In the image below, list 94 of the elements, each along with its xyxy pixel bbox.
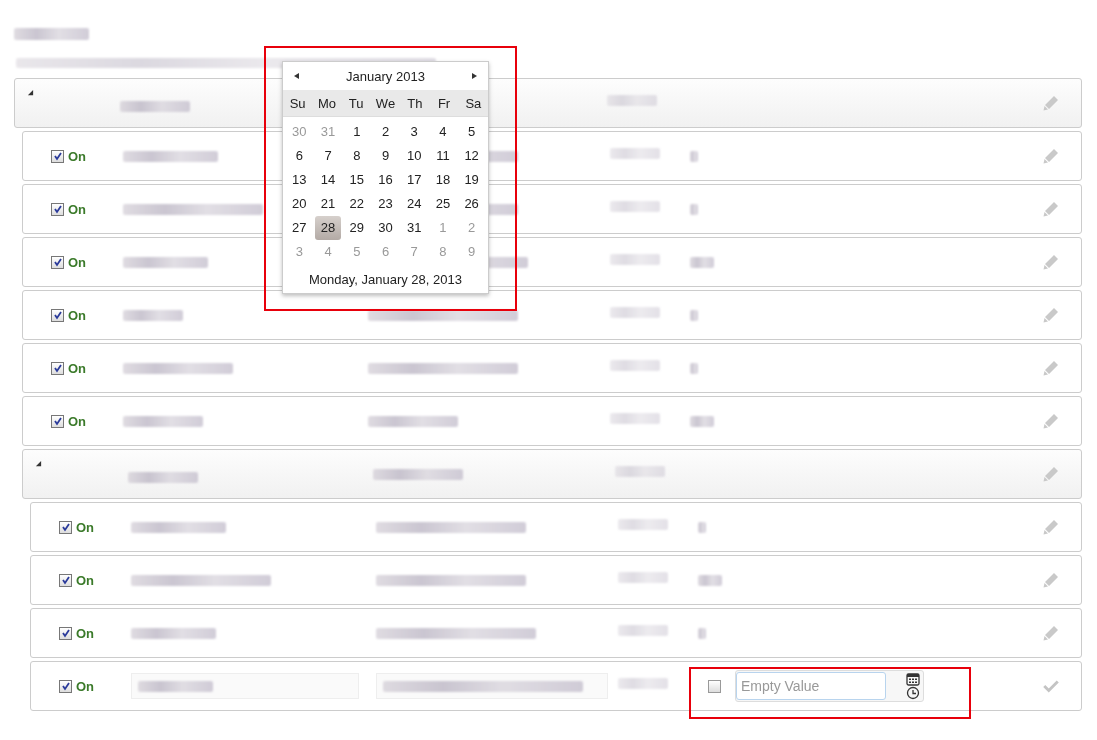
on-label: On [76, 572, 95, 588]
calendar-day[interactable]: 7 [314, 144, 342, 168]
calendar-day[interactable]: 13 [286, 168, 313, 192]
weekday-label: Fr [436, 95, 452, 111]
on-label: On [68, 201, 87, 217]
checkbox[interactable] [51, 202, 64, 216]
on-label: On [68, 307, 87, 323]
blurred-text [610, 201, 660, 212]
expand-triangle-icon[interactable] [35, 460, 42, 467]
selected-date-label[interactable]: Monday, January 28, 2013 [283, 264, 488, 293]
calendar-day[interactable]: 5 [458, 120, 485, 144]
checkbox[interactable] [708, 679, 721, 693]
on-label: On [68, 360, 87, 376]
blurred-text [690, 203, 698, 215]
blurred-text [618, 572, 668, 583]
blurred-text [618, 625, 668, 636]
blurred-text [607, 95, 657, 106]
name-input-field[interactable] [131, 673, 359, 699]
calendar-day[interactable]: 18 [429, 168, 457, 192]
checkbox[interactable] [59, 573, 72, 587]
calendar-day[interactable]: 17 [400, 168, 428, 192]
description-input-field[interactable] [376, 673, 608, 699]
calendar-day[interactable]: 16 [372, 168, 399, 192]
blurred-text [690, 256, 714, 268]
calendar-day[interactable]: 10 [400, 144, 428, 168]
blurred-text [610, 254, 660, 265]
blurred-text [123, 309, 183, 321]
on-label: On [76, 625, 95, 641]
blurred-text [615, 466, 665, 477]
prev-month-icon[interactable] [293, 72, 301, 80]
checkbox[interactable] [51, 414, 64, 428]
weekday-label: Mo [316, 95, 337, 111]
blurred-text [610, 307, 660, 318]
on-label: On [76, 678, 95, 694]
checkbox[interactable] [51, 361, 64, 375]
calendar-day[interactable]: 22 [343, 192, 371, 216]
calendar-day[interactable]: 24 [400, 192, 428, 216]
calendar-day[interactable]: 28 [314, 216, 342, 240]
calendar-day[interactable]: 25 [429, 192, 457, 216]
calendar-icon[interactable] [906, 672, 920, 686]
blurred-text [128, 471, 198, 483]
blurred-text [698, 521, 706, 533]
blurred-text [698, 574, 722, 586]
calendar-day[interactable]: 3 [400, 120, 428, 144]
calendar-day[interactable]: 30 [372, 216, 399, 240]
blurred-text [610, 413, 660, 424]
calendar-day[interactable]: 31 [400, 216, 428, 240]
calendar-day[interactable]: 20 [286, 192, 313, 216]
on-label: On [76, 519, 95, 535]
calendar-day[interactable]: 23 [372, 192, 399, 216]
calendar-day[interactable]: 26 [458, 192, 485, 216]
calendar-day[interactable]: 21 [314, 192, 342, 216]
checkbox[interactable] [51, 149, 64, 163]
datetime-field[interactable]: Empty Value [735, 670, 924, 702]
calendar-day[interactable]: 1 [343, 120, 371, 144]
blurred-text [618, 678, 668, 689]
blurred-text [690, 415, 714, 427]
checkbox[interactable] [59, 520, 72, 534]
month-title: January 2013 [346, 68, 425, 84]
blurred-text [610, 148, 660, 159]
expand-triangle-icon[interactable] [27, 89, 34, 96]
calendar-day[interactable]: 8 [343, 144, 371, 168]
weekday-label: Tu [347, 95, 365, 111]
blurred-text [690, 309, 698, 321]
calendar-day[interactable]: 2 [372, 120, 399, 144]
blurred-text [120, 100, 190, 112]
next-month-icon[interactable] [470, 72, 478, 80]
calendar-day[interactable]: 4 [429, 120, 457, 144]
calendar-day[interactable]: 29 [343, 216, 371, 240]
calendar-day[interactable]: 27 [286, 216, 313, 240]
checkbox[interactable] [51, 255, 64, 269]
calendar-day[interactable]: 14 [314, 168, 342, 192]
checkbox[interactable] [59, 626, 72, 640]
on-label: On [68, 148, 87, 164]
weekday-label: We [374, 95, 397, 111]
calendar-day[interactable]: 19 [458, 168, 485, 192]
calendar-day[interactable]: 6 [286, 144, 313, 168]
blurred-text [690, 362, 698, 374]
calendar-day[interactable]: 11 [429, 144, 457, 168]
weekday-label: Su [288, 95, 307, 111]
on-label: On [68, 254, 87, 270]
weekday-label: Th [406, 95, 424, 111]
blurred-text [690, 150, 698, 162]
weekday-label: Sa [464, 95, 483, 111]
calendar-day[interactable]: 9 [372, 144, 399, 168]
calendar-day[interactable]: 12 [458, 144, 485, 168]
calendar-day[interactable]: 15 [343, 168, 371, 192]
on-label: On [68, 413, 87, 429]
blurred-text [618, 519, 668, 530]
clock-icon[interactable] [906, 686, 920, 700]
checkbox[interactable] [59, 679, 72, 693]
checkbox[interactable] [51, 308, 64, 322]
blurred-text [610, 360, 660, 371]
blurred-text [698, 627, 706, 639]
